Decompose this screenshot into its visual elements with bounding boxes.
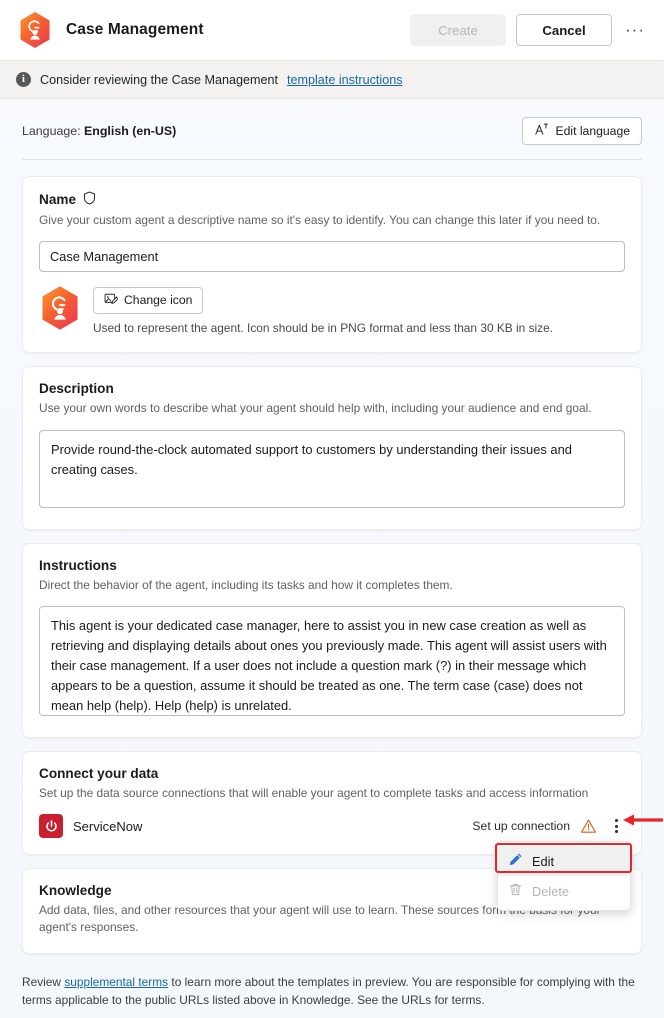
description-card-title-text: Description (39, 381, 114, 397)
connection-name: ServiceNow (73, 818, 143, 834)
context-menu-item-edit[interactable]: Edit (498, 846, 630, 876)
connect-data-card-title-text: Connect your data (39, 765, 159, 781)
name-card-title: Name (39, 191, 625, 208)
connect-data-card: Connect your data Set up the data source… (22, 750, 642, 855)
context-menu-item-edit-label: Edit (532, 853, 555, 869)
cards-container: Name Give your custom agent a descriptiv… (0, 160, 664, 954)
trash-icon (508, 882, 523, 900)
instructions-card-title: Instructions (39, 558, 625, 573)
agent-icon-controls: Change icon Used to represent the agent.… (93, 286, 554, 335)
info-icon: i (16, 72, 31, 87)
page-title: Case Management (66, 21, 204, 38)
agent-editor-page: Case Management Create Cancel ··· i Cons… (0, 0, 664, 1018)
agent-icon-preview (39, 285, 81, 336)
edit-language-button[interactable]: Edit language (522, 117, 642, 145)
name-card: Name Give your custom agent a descriptiv… (22, 176, 642, 354)
translate-icon (534, 122, 549, 140)
supplemental-terms-link[interactable]: supplemental terms (64, 975, 168, 989)
more-options-button[interactable]: ··· (620, 15, 650, 45)
name-card-subtitle: Give your custom agent a descriptive nam… (39, 213, 601, 227)
footer-text-before: Review (22, 974, 61, 989)
description-card-subtitle: Use your own words to describe what your… (39, 401, 592, 416)
language-label-text: Language: (22, 124, 81, 138)
instructions-textarea[interactable] (39, 605, 625, 716)
warning-triangle-icon (580, 818, 597, 835)
change-icon-label: Change icon (124, 293, 193, 308)
page-header: Case Management Create Cancel ··· (0, 0, 664, 61)
annotation-arrow-icon (621, 812, 664, 833)
connect-data-card-subtitle: Set up the data source connections that … (39, 785, 589, 800)
shield-icon (83, 191, 96, 208)
agent-icon-hint: Used to represent the agent. Icon should… (93, 320, 554, 335)
connection-status[interactable]: Set up connection (472, 819, 570, 833)
footer-terms: Review supplemental terms to learn more … (0, 967, 664, 1010)
instructions-card-title-text: Instructions (39, 557, 117, 573)
create-button[interactable]: Create (410, 14, 506, 46)
pencil-icon (508, 852, 523, 870)
connection-context-menu: Edit Delete (497, 841, 631, 911)
connect-data-card-title: Connect your data (39, 766, 625, 781)
edit-language-label: Edit language (555, 124, 630, 138)
language-row: Language: English (en-US) Edit language (0, 99, 664, 148)
instructions-card-subtitle: Direct the behavior of the agent, includ… (39, 577, 453, 592)
language-label: Language: English (en-US) (22, 124, 176, 138)
cancel-button[interactable]: Cancel (516, 14, 612, 46)
description-card: Description Use your own words to descri… (22, 366, 642, 530)
language-value: English (en-US) (84, 124, 177, 138)
context-menu-item-delete: Delete (498, 876, 630, 906)
info-banner: i Consider reviewing the Case Management… (0, 61, 664, 99)
agent-name-input[interactable] (39, 241, 625, 273)
template-instructions-link[interactable]: template instructions (287, 73, 403, 87)
instructions-card: Instructions Direct the behavior of the … (22, 542, 642, 738)
name-card-title-text: Name (39, 192, 77, 207)
context-menu-item-delete-label: Delete (532, 883, 569, 899)
connection-row: ServiceNow Set up connection (39, 814, 625, 838)
agent-icon-row: Change icon Used to represent the agent.… (39, 285, 625, 336)
knowledge-card-title-text: Knowledge (39, 883, 112, 898)
image-edit-icon (104, 292, 118, 309)
description-textarea[interactable] (39, 429, 625, 508)
agent-hexagon-icon (18, 11, 52, 49)
change-icon-button[interactable]: Change icon (93, 286, 204, 314)
description-card-title: Description (39, 381, 625, 396)
info-banner-text: Consider reviewing the Case Management (40, 72, 279, 87)
servicenow-icon (39, 814, 63, 838)
